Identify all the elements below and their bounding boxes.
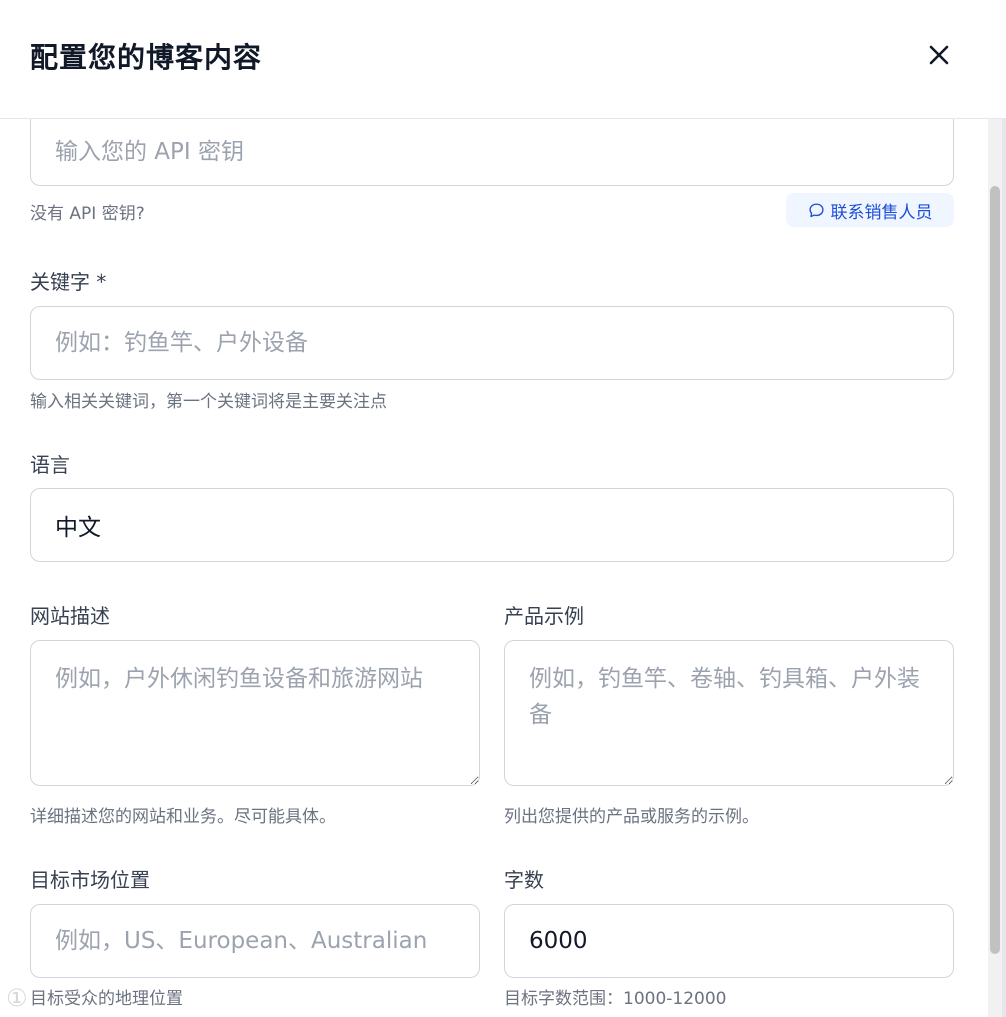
product-examples-label: 产品示例 <box>504 604 584 628</box>
product-examples-hint: 列出您提供的产品或服务的示例。 <box>504 807 759 827</box>
api-key-input[interactable] <box>30 108 954 186</box>
window-edge <box>1002 0 1006 1017</box>
no-api-key-text: 没有 API 密钥? <box>30 204 145 224</box>
website-description-label: 网站描述 <box>30 604 110 628</box>
word-count-label: 字数 <box>504 868 544 892</box>
keywords-hint: 输入相关关键词，第一个关键词将是主要关注点 <box>30 392 387 412</box>
contact-sales-label: 联系销售人员 <box>830 202 933 223</box>
target-market-hint: 目标受众的地理位置 <box>30 989 183 1009</box>
keywords-label: 关键字 * <box>30 270 107 294</box>
language-label: 语言 <box>30 453 70 477</box>
close-icon <box>929 45 949 65</box>
product-examples-textarea[interactable] <box>504 640 954 786</box>
chat-bubble-icon <box>808 202 824 217</box>
word-count-input[interactable] <box>504 904 954 978</box>
target-market-label: 目标市场位置 <box>30 868 150 892</box>
keywords-input[interactable] <box>30 306 954 380</box>
watermark: ① <box>6 984 30 1012</box>
blog-config-modal: 配置您的博客内容 没有 API 密钥? 联系销售人员 关键字 * 输入相关关键词… <box>0 0 1006 1017</box>
website-description-textarea[interactable] <box>30 640 480 786</box>
word-count-hint: 目标字数范围：1000-12000 <box>504 989 727 1009</box>
modal-title: 配置您的博客内容 <box>30 41 263 74</box>
language-input[interactable] <box>30 488 954 562</box>
close-button[interactable] <box>920 36 958 74</box>
scrollbar-thumb[interactable] <box>990 186 1000 954</box>
website-description-hint: 详细描述您的网站和业务。尽可能具体。 <box>30 807 336 827</box>
modal-header: 配置您的博客内容 <box>0 0 1006 119</box>
target-market-input[interactable] <box>30 904 480 978</box>
contact-sales-button[interactable]: 联系销售人员 <box>786 193 954 227</box>
